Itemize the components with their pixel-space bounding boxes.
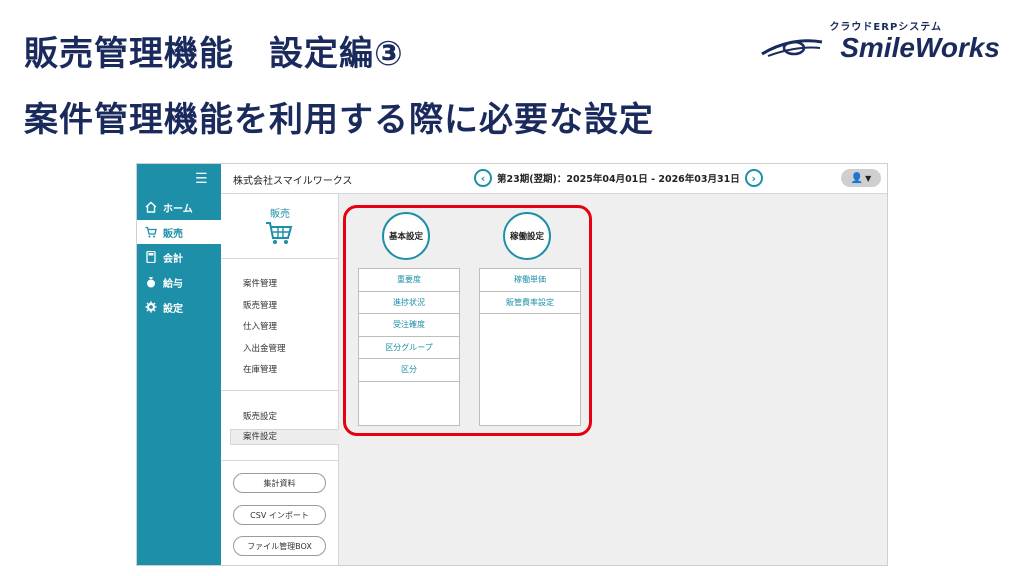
calculator-icon [145, 251, 157, 263]
menu-purchase-management[interactable]: 仕入管理 [243, 320, 277, 332]
menu-project-management[interactable]: 案件管理 [243, 277, 277, 289]
subpanel-title: 販売 [270, 209, 290, 220]
file-box-button[interactable]: ファイル管理BOX [233, 536, 326, 556]
smileworks-logo: クラウドERPシステム SmileWorks [760, 18, 1000, 68]
hamburger-icon[interactable]: ☰ [195, 171, 208, 187]
sidebar-item-label: 販売 [163, 228, 183, 240]
sidebar-item-payroll[interactable]: 給与 [137, 270, 221, 294]
sidebar: ☰ ホーム 販売 会計 給与 設定 [137, 164, 221, 565]
sidebar-item-accounting[interactable]: 会計 [137, 245, 221, 269]
logo-wordmark: SmileWorks [840, 32, 1000, 63]
sidebar-item-label: 給与 [163, 278, 183, 290]
sidebar-item-home[interactable]: ホーム [137, 195, 221, 219]
caret-down-icon: ▼ [865, 173, 872, 183]
sales-subpanel: 販売 案件管理 販売管理 仕入管理 入出金管理 在庫管理 販売設定 案件設定 集… [221, 194, 339, 565]
divider [221, 390, 339, 391]
highlight-frame [343, 205, 592, 436]
divider [221, 258, 339, 259]
logo-swoosh-icon [761, 39, 823, 57]
gear-icon [145, 301, 157, 313]
sidebar-item-sales[interactable]: 販売 [137, 220, 221, 244]
sidebar-item-settings[interactable]: 設定 [137, 295, 221, 319]
summary-report-button[interactable]: 集計資料 [233, 473, 326, 493]
company-name: 株式会社スマイルワークス [233, 176, 353, 187]
menu-inventory-management[interactable]: 在庫管理 [243, 363, 277, 375]
user-menu-button[interactable]: 👤 ▼ [841, 169, 881, 187]
period-selector: ‹ 第23期(翌期)：2025年04月01日 - 2026年03月31日 › [474, 169, 763, 187]
chevron-right-icon[interactable]: › [744, 169, 763, 187]
slide-title: 販売管理機能 設定編③ [24, 34, 404, 74]
slide-subtitle: 案件管理機能を利用する際に必要な設定 [24, 100, 654, 140]
sidebar-item-label: 会計 [163, 253, 183, 265]
user-icon: 👤 [850, 172, 864, 184]
divider [221, 460, 339, 461]
fiscal-period: 第23期(翌期)：2025年04月01日 - 2026年03月31日 [497, 174, 740, 185]
sidebar-item-label: 設定 [163, 303, 183, 315]
menu-sales-settings[interactable]: 販売設定 [243, 410, 277, 422]
cart-icon [145, 226, 157, 238]
chevron-left-icon[interactable]: ‹ [474, 169, 492, 187]
csv-import-button[interactable]: CSV インポート [233, 505, 326, 525]
sidebar-item-label: ホーム [163, 203, 193, 215]
home-icon [145, 201, 157, 213]
top-bar: 株式会社スマイルワークス ‹ 第23期(翌期)：2025年04月01日 - 20… [221, 164, 887, 194]
money-bag-icon [145, 276, 157, 288]
shopping-cart-icon [266, 222, 293, 244]
menu-payment-management[interactable]: 入出金管理 [243, 342, 286, 354]
logo-subtitle: クラウドERPシステム [829, 22, 942, 33]
menu-sales-management[interactable]: 販売管理 [243, 299, 277, 311]
menu-project-settings[interactable]: 案件設定 [230, 429, 339, 445]
